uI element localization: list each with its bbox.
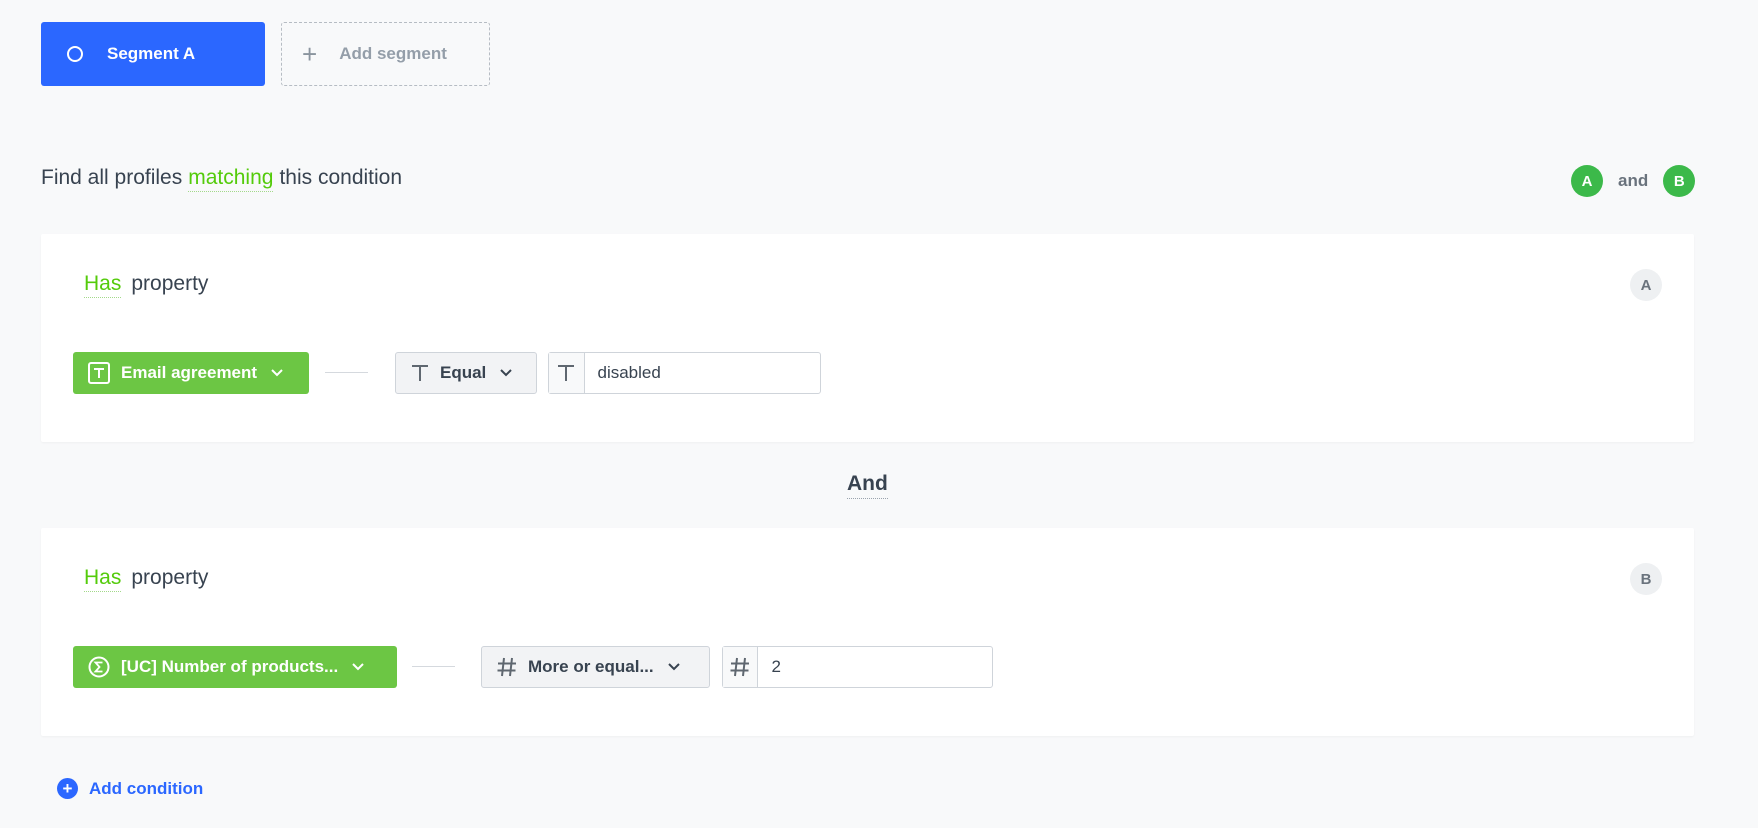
heading-suffix: this condition [279, 166, 403, 189]
logic-expression: A and B [1571, 165, 1696, 197]
segment-a-label: Segment A [107, 44, 196, 63]
condition-title: Has property [84, 566, 208, 592]
condition-subject: property [131, 272, 209, 295]
segment-a-tab[interactable]: Segment A [41, 22, 265, 86]
add-condition-label: Add condition [89, 778, 204, 798]
property-select[interactable]: Email agreement [73, 352, 309, 394]
logic-connector[interactable]: and [1618, 171, 1648, 191]
add-segment-button[interactable]: + Add segment [281, 22, 490, 86]
value-field [722, 646, 993, 688]
plus-icon: + [302, 39, 318, 69]
chevron-down-icon [271, 369, 283, 377]
logic-badge-b: B [1663, 165, 1696, 197]
plus-circle-icon: + [57, 778, 78, 799]
text-type-icon [410, 363, 430, 383]
add-segment-label: Add segment [339, 44, 447, 63]
operator-label: More or equal... [528, 657, 654, 676]
chevron-down-icon [500, 369, 513, 377]
add-condition-button[interactable]: + Add condition [57, 778, 203, 799]
chevron-down-icon [352, 663, 364, 671]
value-input[interactable] [758, 647, 992, 687]
property-label: [UC] Number of products... [121, 657, 339, 676]
connector-line [325, 372, 368, 373]
text-type-icon [88, 362, 110, 384]
connector-line [412, 666, 455, 667]
heading-prefix: Find all profiles [41, 166, 183, 189]
condition-subject: property [131, 566, 209, 589]
page-heading: Find all profiles matching this conditio… [41, 166, 402, 192]
value-input[interactable] [584, 353, 820, 393]
condition-badge: A [1630, 269, 1662, 301]
property-select[interactable]: [UC] Number of products... [73, 646, 397, 688]
condition-card-b: Has property B [UC] Number of products..… [41, 528, 1694, 736]
condition-badge: B [1630, 563, 1662, 595]
property-label: Email agreement [121, 363, 258, 382]
logic-badge-a: A [1571, 165, 1603, 197]
sigma-icon [88, 656, 110, 678]
hash-icon [723, 647, 759, 687]
operator-select[interactable]: More or equal... [481, 646, 710, 688]
condition-title: Has property [84, 272, 208, 298]
value-field [548, 352, 821, 394]
operator-select[interactable]: Equal [395, 352, 537, 394]
text-type-icon [549, 353, 585, 393]
matching-toggle[interactable]: matching [188, 166, 274, 192]
hash-icon [496, 656, 518, 678]
chevron-down-icon [667, 663, 680, 671]
radio-circle-icon [67, 46, 83, 62]
condition-card-a: Has property A Email agreement Equal [41, 234, 1694, 442]
operator-label: Equal [440, 363, 487, 382]
join-operator-toggle[interactable]: And [847, 472, 888, 499]
has-qualifier-toggle[interactable]: Has [84, 566, 122, 592]
has-qualifier-toggle[interactable]: Has [84, 272, 122, 298]
